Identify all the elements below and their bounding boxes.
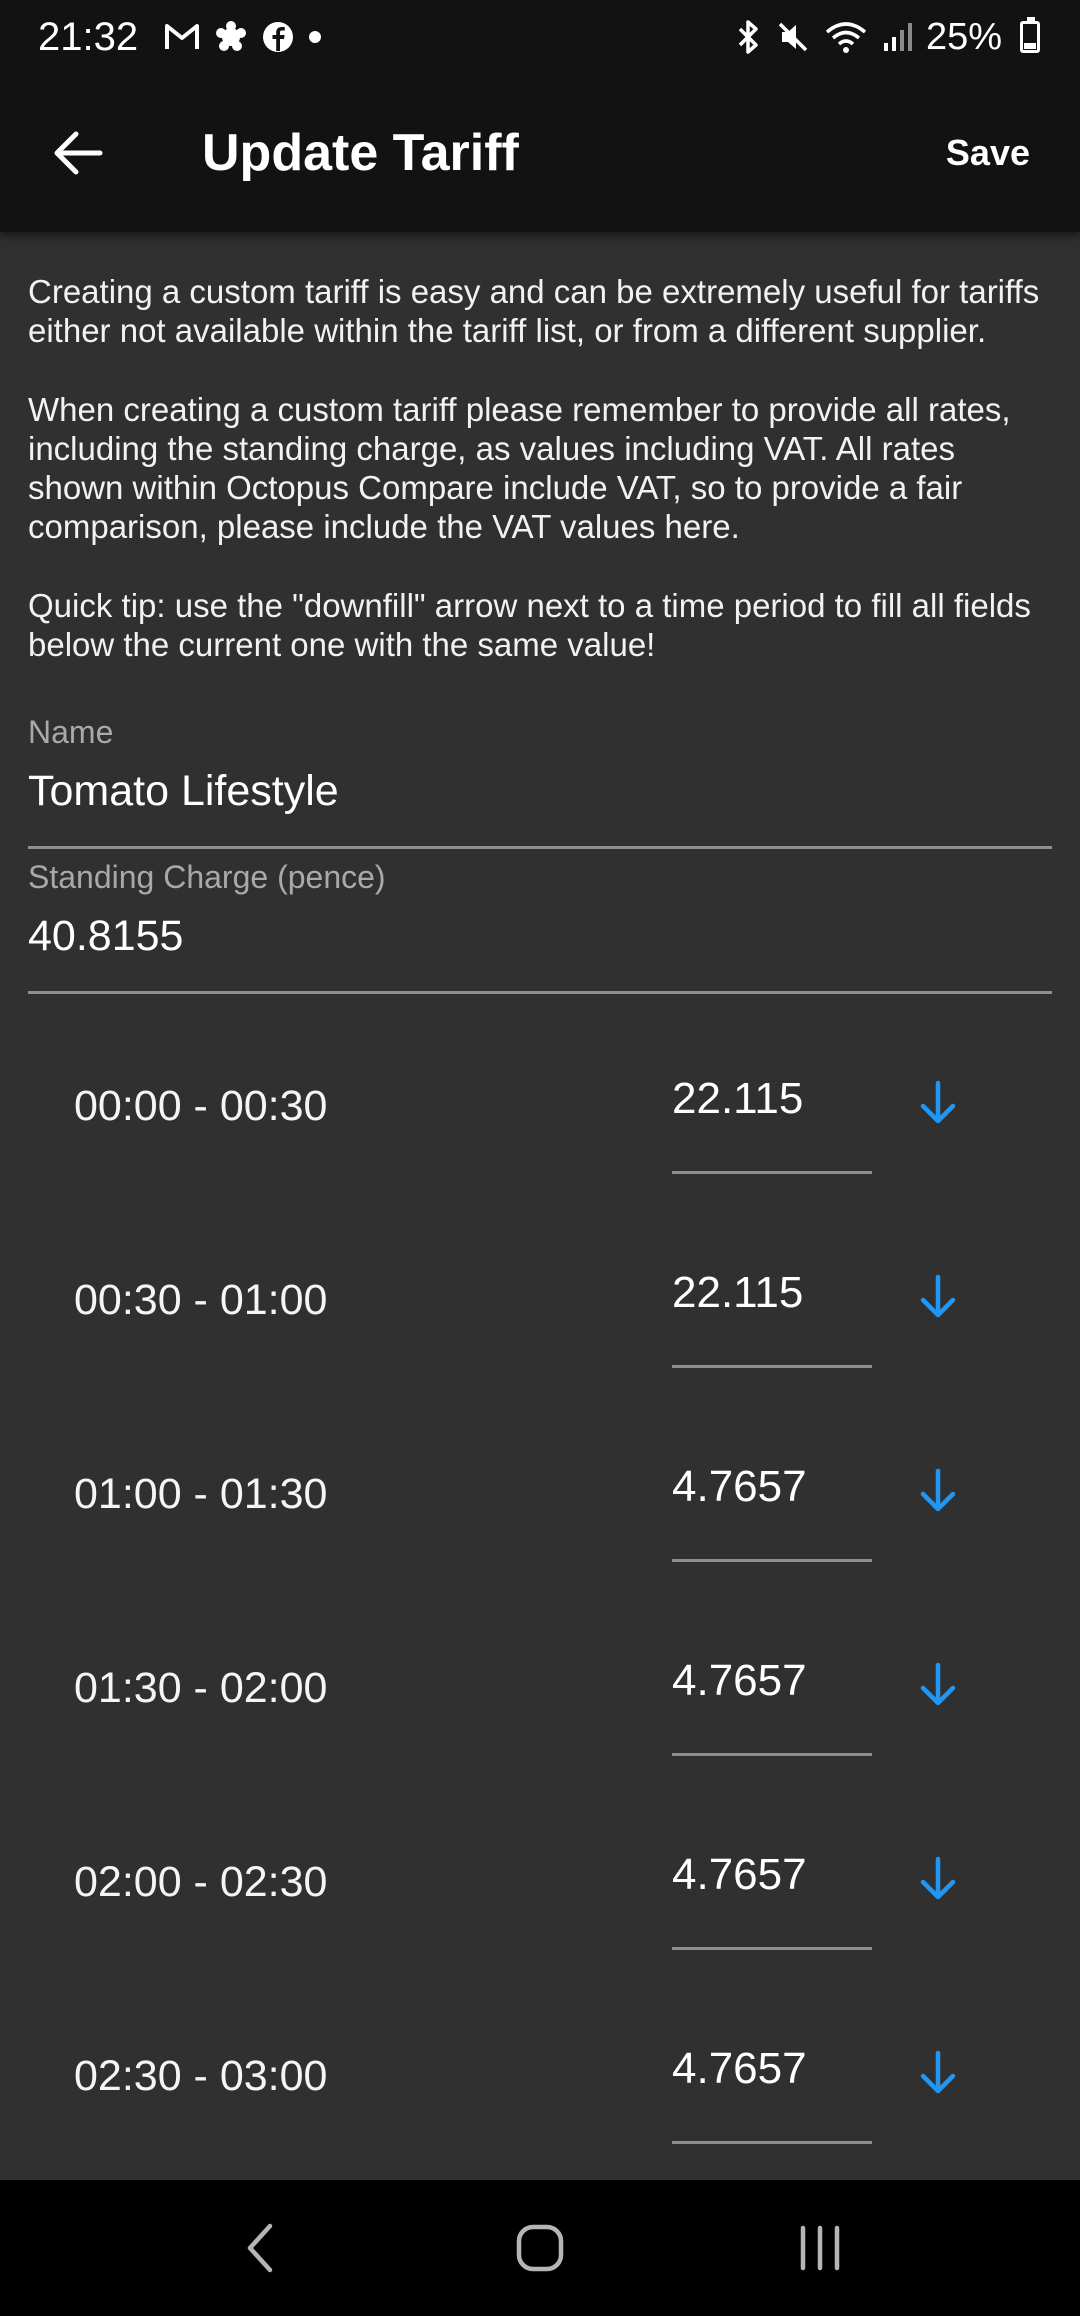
intro-text: Creating a custom tariff is easy and can… [0, 232, 1080, 664]
intro-paragraph: Quick tip: use the "downfill" arrow next… [28, 587, 1031, 663]
signal-icon [882, 21, 912, 53]
mute-icon [776, 20, 810, 54]
rate-input[interactable]: 4.7657 [672, 1450, 872, 1562]
intro-paragraph: When creating a custom tariff please rem… [28, 391, 1011, 545]
arrow-down-icon [920, 1274, 956, 1318]
arrow-back-icon [54, 131, 103, 175]
rate-row: 01:30 - 02:00 4.7657 [0, 1616, 1080, 1810]
bluetooth-icon [736, 19, 762, 55]
standing-charge-value[interactable]: 40.8155 [28, 896, 1052, 991]
name-field-value[interactable]: Tomato Lifestyle [28, 751, 1052, 846]
rate-time-label: 01:30 - 02:00 [74, 1664, 328, 1712]
downfill-button[interactable] [912, 1460, 964, 1520]
downfill-button[interactable] [912, 1654, 964, 1714]
nav-back-button[interactable] [210, 2198, 310, 2298]
rate-value[interactable]: 4.7657 [672, 1462, 872, 1512]
recents-icon [800, 2225, 840, 2271]
rates-list: 00:00 - 00:30 22.115 00:30 - 01:00 22.11… [0, 994, 1080, 2180]
rate-row: 02:30 - 03:00 4.7657 [0, 2004, 1080, 2180]
status-left: 21:32 [38, 15, 322, 60]
rate-value[interactable]: 4.7657 [672, 2044, 872, 2094]
standing-charge-field[interactable]: Standing Charge (pence) 40.8155 [28, 849, 1052, 994]
rate-row: 02:00 - 02:30 4.7657 [0, 1810, 1080, 2004]
rate-input[interactable]: 22.115 [672, 1062, 872, 1174]
app-bar: Update Tariff Save [0, 74, 1080, 232]
downfill-button[interactable] [912, 1266, 964, 1326]
nav-recents-button[interactable] [770, 2198, 870, 2298]
downfill-button[interactable] [912, 1072, 964, 1132]
rate-value[interactable]: 4.7657 [672, 1850, 872, 1900]
rate-input[interactable]: 22.115 [672, 1256, 872, 1368]
rate-row: 00:00 - 00:30 22.115 [0, 1034, 1080, 1228]
gmail-icon [164, 22, 200, 52]
downfill-button[interactable] [912, 2042, 964, 2102]
nav-home-button[interactable] [490, 2198, 590, 2298]
rate-row: 01:00 - 01:30 4.7657 [0, 1422, 1080, 1616]
rate-time-label: 00:00 - 00:30 [74, 1082, 328, 1130]
rate-time-label: 00:30 - 01:00 [74, 1276, 328, 1324]
page-title: Update Tariff [202, 124, 519, 182]
rate-row: 00:30 - 01:00 22.115 [0, 1228, 1080, 1422]
rate-value[interactable]: 4.7657 [672, 1656, 872, 1706]
rate-input[interactable]: 4.7657 [672, 1838, 872, 1950]
rate-time-label: 02:00 - 02:30 [74, 1858, 328, 1906]
status-bar: 21:32 25% [0, 0, 1080, 74]
wifi-icon [824, 20, 868, 54]
downfill-button[interactable] [912, 1848, 964, 1908]
status-right: 25% [736, 16, 1040, 59]
rate-input[interactable]: 4.7657 [672, 2032, 872, 2144]
chevron-left-icon [247, 2223, 273, 2273]
arrow-down-icon [920, 1080, 956, 1124]
content-scroll[interactable]: Creating a custom tariff is easy and can… [0, 232, 1080, 2180]
intro-paragraph: Creating a custom tariff is easy and can… [28, 273, 1040, 349]
rate-value[interactable]: 22.115 [672, 1074, 872, 1124]
status-time: 21:32 [38, 14, 139, 59]
rate-input[interactable]: 4.7657 [672, 1644, 872, 1756]
facebook-icon [262, 21, 294, 53]
battery-percent: 25% [925, 15, 1002, 58]
home-icon [516, 2224, 564, 2272]
save-button[interactable]: Save [946, 132, 1030, 174]
battery-icon [1020, 17, 1040, 53]
rate-time-label: 01:00 - 01:30 [74, 1470, 328, 1518]
rate-value[interactable]: 22.115 [672, 1268, 872, 1318]
arrow-down-icon [920, 1662, 956, 1706]
dot-icon [308, 30, 322, 44]
system-nav-bar [0, 2180, 1080, 2316]
settings-flower-icon [214, 20, 248, 54]
arrow-down-icon [920, 1856, 956, 1900]
arrow-down-icon [920, 1468, 956, 1512]
arrow-down-icon [920, 2050, 956, 2094]
name-field-label: Name [28, 714, 114, 750]
rate-time-label: 02:30 - 03:00 [74, 2052, 328, 2100]
name-field[interactable]: Name Tomato Lifestyle [28, 704, 1052, 849]
back-button[interactable] [38, 113, 118, 193]
standing-charge-label: Standing Charge (pence) [28, 859, 386, 895]
